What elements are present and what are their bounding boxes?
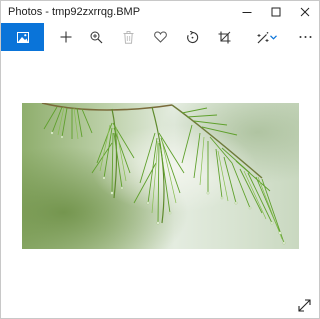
crop-button[interactable] [210, 23, 238, 51]
enhance-dropdown[interactable] [265, 23, 281, 51]
add-button[interactable] [52, 23, 80, 51]
fullscreen-button[interactable] [295, 296, 313, 314]
rotate-icon [186, 30, 198, 43]
close-icon [300, 7, 310, 17]
image-icon [16, 31, 29, 43]
chevron-down-icon [269, 34, 277, 40]
crop-icon [218, 31, 230, 43]
zoom-button[interactable] [82, 23, 110, 51]
minimize-button[interactable] [232, 1, 262, 23]
delete-button[interactable] [114, 23, 142, 51]
window-title: Photos - tmp92zxrrqg.BMP [8, 6, 141, 18]
toolbar [1, 23, 319, 51]
pine-branch-photo [22, 103, 299, 249]
trash-icon [123, 30, 133, 44]
zoom-in-icon [90, 31, 102, 43]
more-button[interactable] [291, 23, 319, 51]
close-button[interactable] [290, 1, 320, 23]
rotate-button[interactable] [178, 23, 206, 51]
fullscreen-icon [297, 298, 311, 312]
photos-window: Photos - tmp92zxrrqg.BMP [0, 0, 320, 319]
more-icon [299, 36, 311, 38]
heart-icon [153, 31, 167, 43]
maximize-button[interactable] [261, 1, 291, 23]
photo-canvas [22, 103, 299, 249]
minimize-icon [242, 12, 252, 13]
maximize-icon [271, 7, 281, 17]
plus-icon [60, 31, 72, 43]
favorite-button[interactable] [146, 23, 174, 51]
view-image-button[interactable] [1, 23, 44, 51]
title-bar[interactable]: Photos - tmp92zxrrqg.BMP [1, 1, 319, 23]
